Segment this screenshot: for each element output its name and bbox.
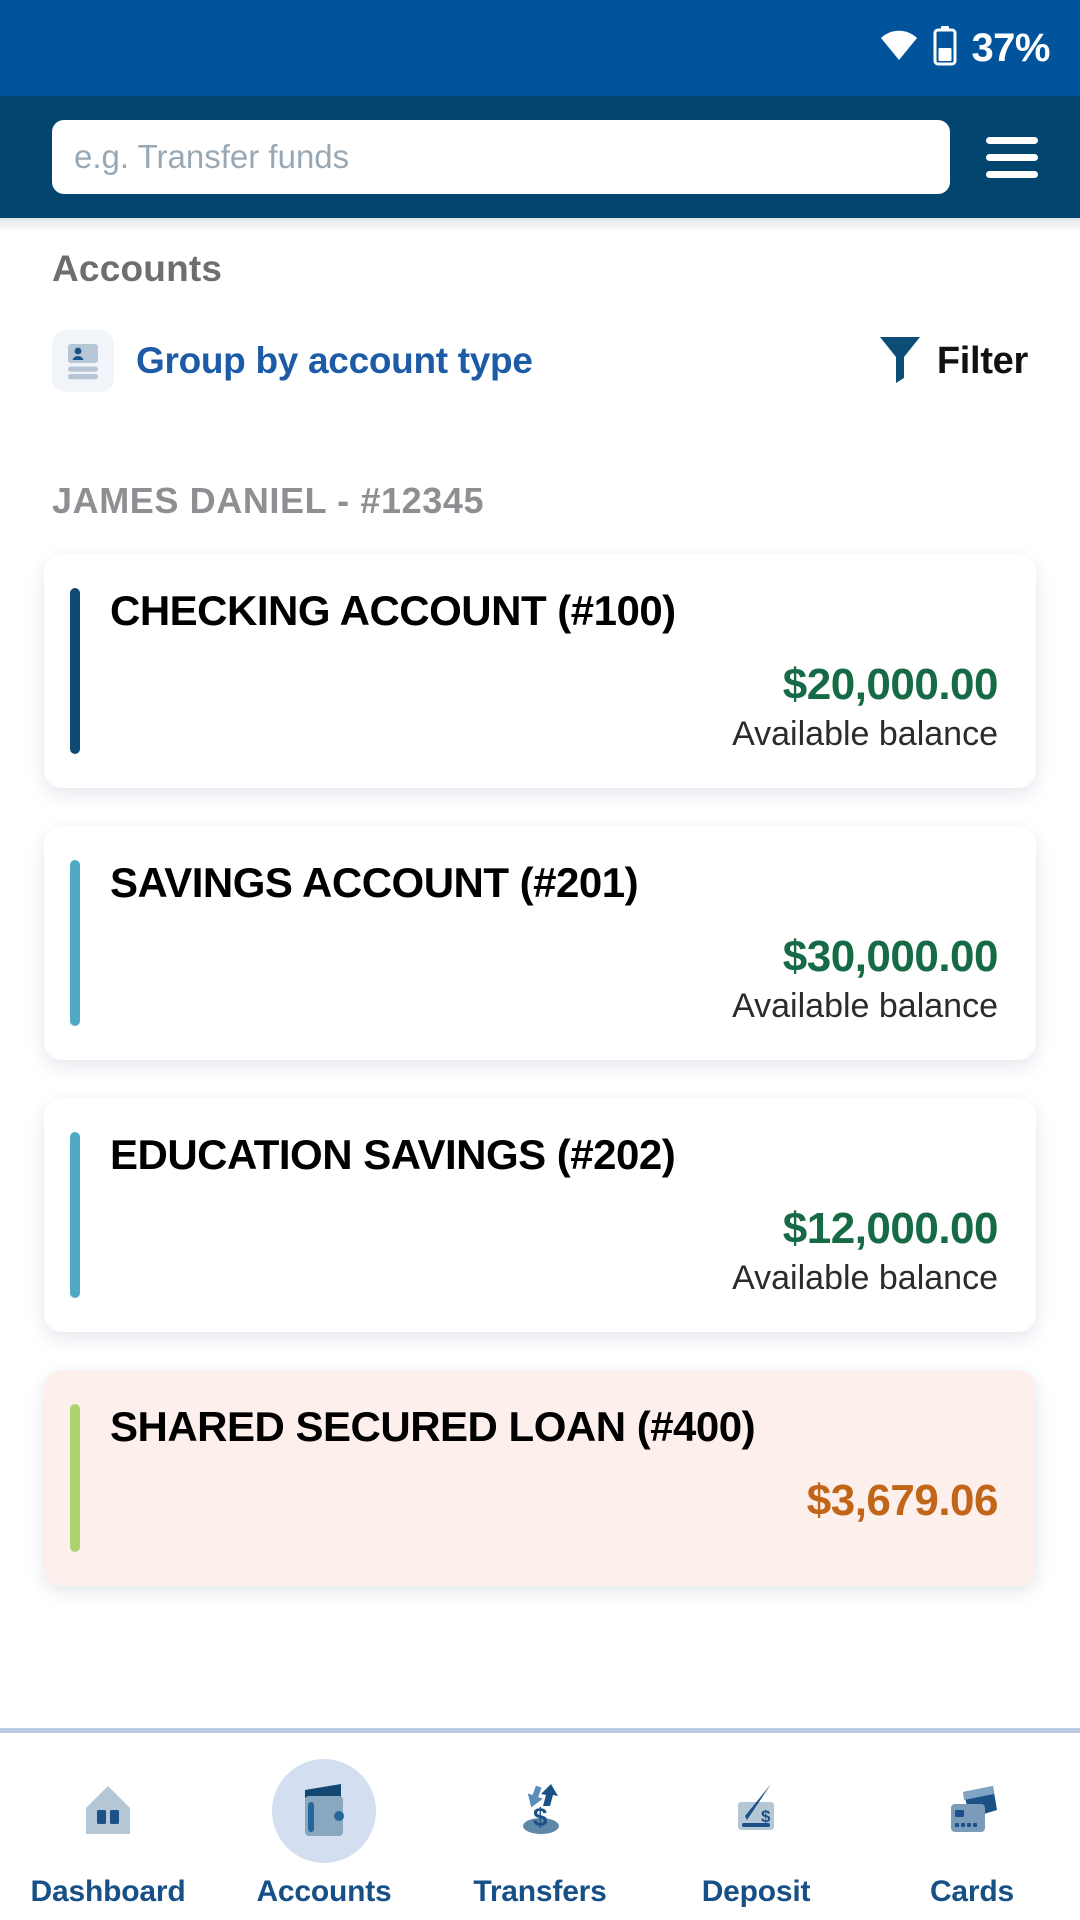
- account-card[interactable]: SAVINGS ACCOUNT (#201) $30,000.00 Availa…: [44, 825, 1036, 1060]
- mobile-banking-app: 37% Accounts Grou: [0, 0, 1080, 1920]
- accounts-list: CHECKING ACCOUNT (#100) $20,000.00 Avail…: [0, 522, 1080, 1586]
- account-group-heading: JAMES DANIEL - #12345: [52, 480, 485, 521]
- wallet-icon: [272, 1759, 376, 1863]
- credit-cards-icon: [920, 1759, 1024, 1863]
- check-deposit-icon: $: [704, 1759, 808, 1863]
- nav-label: Deposit: [701, 1875, 811, 1908]
- battery-icon: [933, 25, 957, 71]
- account-balance-block: $30,000.00 Available balance: [44, 932, 998, 1026]
- account-balance-caption: Available balance: [732, 714, 998, 753]
- account-card[interactable]: SHARED SECURED LOAN (#400) $3,679.06: [44, 1369, 1036, 1586]
- account-title: SAVINGS ACCOUNT (#201): [110, 858, 639, 906]
- main-content: Accounts Group by account type Filter JA…: [0, 218, 1080, 1920]
- nav-label: Dashboard: [30, 1875, 186, 1908]
- account-balance-caption: Available balance: [732, 986, 998, 1025]
- search-input[interactable]: [52, 120, 950, 194]
- nav-item-dashboard[interactable]: Dashboard: [0, 1759, 216, 1909]
- nav-label: Accounts: [256, 1875, 392, 1908]
- account-accent-bar: [70, 859, 80, 1026]
- account-balance-block: $12,000.00 Available balance: [44, 1204, 998, 1298]
- bottom-navigation: Dashboard Accounts $ Transfers $ Deposit…: [0, 1728, 1080, 1920]
- account-title: SHARED SECURED LOAN (#400): [110, 1402, 756, 1450]
- nav-item-cards[interactable]: Cards: [864, 1759, 1080, 1909]
- account-card[interactable]: EDUCATION SAVINGS (#202) $12,000.00 Avai…: [44, 1097, 1036, 1332]
- nav-item-deposit[interactable]: $ Deposit: [648, 1759, 864, 1909]
- hamburger-menu-icon[interactable]: [976, 120, 1048, 194]
- battery-percentage: 37%: [971, 26, 1050, 70]
- home-icon: [56, 1759, 160, 1863]
- account-accent-bar: [70, 1131, 80, 1298]
- wifi-icon: [879, 30, 919, 67]
- svg-text:$: $: [761, 1807, 771, 1826]
- accounts-toolbar: Group by account type Filter: [0, 290, 1080, 392]
- account-balance-amount: $20,000.00: [782, 660, 999, 710]
- filter-button[interactable]: Filter: [877, 333, 1028, 390]
- account-accent-bar: [70, 1403, 80, 1552]
- group-by-account-type-button[interactable]: Group by account type: [52, 330, 533, 392]
- status-bar: 37%: [0, 0, 1080, 96]
- nav-item-accounts[interactable]: Accounts: [216, 1759, 432, 1909]
- account-title: CHECKING ACCOUNT (#100): [110, 587, 676, 634]
- contact-card-icon: [52, 330, 114, 392]
- funnel-filter-icon: [877, 333, 923, 390]
- account-balance-block: $20,000.00 Available balance: [44, 660, 998, 754]
- account-title: EDUCATION SAVINGS (#202): [110, 1130, 676, 1178]
- group-by-label: Group by account type: [136, 340, 533, 381]
- nav-label: Cards: [929, 1875, 1015, 1908]
- account-balance-amount: $3,679.06: [806, 1475, 999, 1525]
- account-balance-caption: Available balance: [732, 1258, 998, 1297]
- nav-label: Transfers: [473, 1875, 607, 1908]
- account-card[interactable]: CHECKING ACCOUNT (#100) $20,000.00 Avail…: [44, 554, 1036, 788]
- nav-item-transfers[interactable]: $ Transfers: [432, 1759, 648, 1909]
- account-balance-block: $3,679.06: [44, 1475, 999, 1527]
- page-title: Accounts: [52, 248, 223, 289]
- filter-label: Filter: [936, 339, 1028, 382]
- transfer-arrows-icon: $: [488, 1759, 592, 1863]
- status-bar-indicators: 37%: [879, 25, 1050, 71]
- svg-text:$: $: [533, 1802, 548, 1832]
- account-balance-amount: $12,000.00: [782, 1203, 999, 1253]
- account-accent-bar: [70, 588, 80, 754]
- account-balance-amount: $30,000.00: [782, 932, 999, 982]
- app-header: [0, 96, 1080, 218]
